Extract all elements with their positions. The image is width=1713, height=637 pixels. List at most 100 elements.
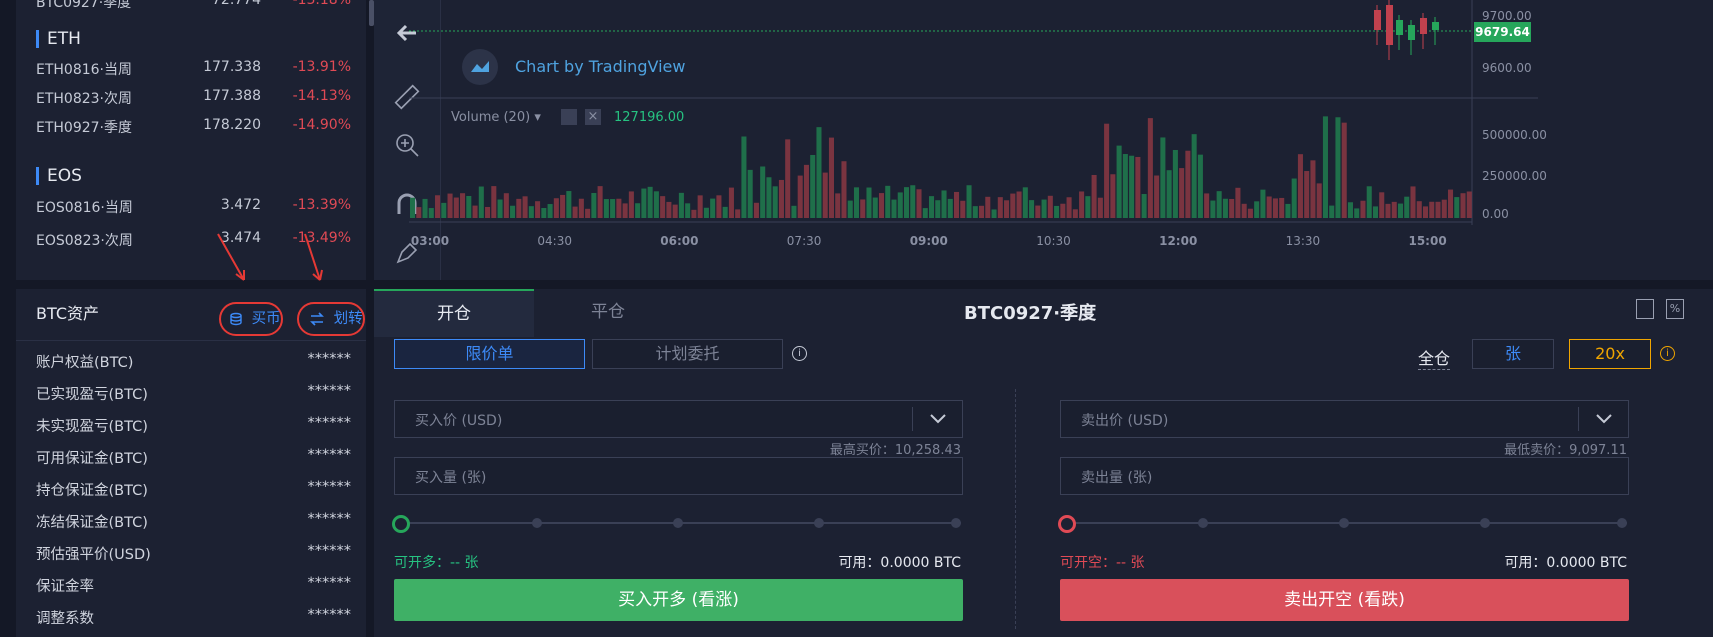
volume-bar: [1385, 203, 1391, 218]
chart-panel[interactable]: Chart by TradingView 9679.64 Volume (20)…: [374, 0, 1713, 280]
buy-coin-button[interactable]: 买币: [219, 302, 283, 336]
unit-select[interactable]: 张: [1472, 339, 1554, 369]
margin-mode[interactable]: 全仓: [1418, 345, 1451, 370]
market-row[interactable]: ETH0927·季度 178.220 -14.90%: [36, 117, 351, 137]
volume-bar: [453, 197, 459, 218]
leverage-select[interactable]: 20x: [1569, 339, 1651, 369]
sell-open-short-button[interactable]: 卖出开空 (看跌): [1060, 579, 1629, 621]
asset-value: ******: [307, 511, 352, 527]
time-tick-label: 03:00: [411, 234, 449, 248]
candle-body: [1408, 25, 1415, 40]
slider-tick[interactable]: [951, 518, 961, 528]
volume-bar: [635, 203, 641, 218]
candle-body: [1386, 5, 1393, 45]
volume-bar: [1404, 196, 1410, 218]
sell-amount-input[interactable]: 卖出量 (张): [1060, 457, 1629, 495]
asset-row: 未实现盈亏(BTC) ******: [36, 415, 351, 437]
buy-price-input[interactable]: 买入价 (USD): [394, 400, 963, 438]
volume-bar: [1029, 200, 1035, 218]
chevron-down-icon[interactable]: [1594, 408, 1614, 432]
volume-bar: [560, 194, 566, 218]
asset-label: 调整系数: [36, 611, 94, 627]
volume-bar: [597, 186, 603, 218]
price-tick-label: 9700.00: [1482, 9, 1532, 23]
market-row[interactable]: EOS0816·当周 3.472 -13.39%: [36, 197, 351, 217]
volume-bar: [1097, 197, 1103, 218]
market-row-partial[interactable]: BTC0927·季度 72.774 -13.18%: [36, 0, 351, 12]
info-icon[interactable]: i: [792, 346, 807, 361]
volume-bar: [516, 198, 522, 218]
asset-value: ******: [307, 607, 352, 623]
volume-bar: [447, 193, 453, 218]
sell-price-input[interactable]: 卖出价 (USD): [1060, 400, 1629, 438]
percent-icon[interactable]: %: [1666, 299, 1684, 319]
volume-bar: [422, 198, 428, 218]
volume-bar: [872, 197, 878, 218]
time-tick-label: 09:00: [910, 234, 948, 248]
slider-tick[interactable]: [1339, 518, 1349, 528]
asset-row: 冻结保证金(BTC) ******: [36, 511, 351, 533]
slider-tick[interactable]: [1480, 518, 1490, 528]
volume-bar: [1397, 203, 1404, 218]
time-tick-label: 04:30: [537, 234, 572, 248]
volume-bar: [1279, 197, 1285, 218]
asset-label: 保证金率: [36, 579, 94, 595]
transfer-button[interactable]: 划转: [297, 302, 365, 336]
volume-bar: [1260, 189, 1266, 218]
slider-tick[interactable]: [1617, 518, 1627, 528]
volume-bar: [916, 189, 922, 218]
slider-tick[interactable]: [1198, 518, 1208, 528]
plan-order-tab[interactable]: 计划委托: [592, 339, 783, 369]
time-tick-label: 07:30: [787, 234, 822, 248]
slider-tick[interactable]: [673, 518, 683, 528]
calculator-icon[interactable]: [1636, 299, 1654, 319]
buy-amount-slider[interactable]: [392, 515, 961, 533]
candle-body: [1374, 10, 1381, 30]
contract-name: ETH0823·次周: [36, 91, 133, 107]
volume-tick-label: 250000.00: [1482, 169, 1547, 183]
volume-bar: [1272, 198, 1278, 218]
market-row[interactable]: EOS0823·次周 3.474 -13.49%: [36, 230, 351, 250]
slider-handle[interactable]: [1058, 515, 1076, 533]
warning-info-icon[interactable]: i: [1660, 346, 1675, 361]
volume-bar: [960, 200, 966, 218]
slider-handle[interactable]: [392, 515, 410, 533]
volume-bar: [578, 198, 584, 218]
market-row[interactable]: ETH0816·当周 177.338 -13.91%: [36, 59, 351, 79]
asset-label: 持仓保证金(BTC): [36, 483, 148, 499]
slider-tick[interactable]: [532, 518, 542, 528]
chevron-down-icon[interactable]: [928, 408, 948, 432]
volume-bar: [766, 177, 772, 218]
sell-button-label: 卖出开空: [1284, 590, 1353, 610]
asset-row: 保证金率 ******: [36, 575, 351, 597]
slider-tick[interactable]: [814, 518, 824, 528]
volume-bar: [941, 190, 947, 218]
limit-order-tab[interactable]: 限价单: [394, 339, 585, 369]
sell-amount-slider[interactable]: [1058, 515, 1627, 533]
time-tick-label: 13:30: [1286, 234, 1321, 248]
volume-bar: [785, 139, 791, 218]
volume-bar: [1222, 198, 1228, 218]
volume-bar: [685, 203, 691, 218]
volume-bar: [1066, 197, 1072, 218]
volume-bar: [772, 186, 778, 218]
buy-open-long-button[interactable]: 买入开多 (看涨): [394, 579, 963, 621]
buy-price-placeholder: 买入价 (USD): [415, 413, 503, 429]
asset-label: 冻结保证金(BTC): [36, 515, 148, 531]
tab-open[interactable]: 开仓: [374, 289, 534, 337]
asset-row: 持仓保证金(BTC) ******: [36, 479, 351, 501]
asset-value: ******: [307, 543, 352, 559]
volume-bar: [1416, 201, 1422, 218]
asset-value: ******: [307, 383, 352, 399]
market-row[interactable]: ETH0823·次周 177.388 -14.13%: [36, 88, 351, 108]
divider: [1578, 407, 1579, 431]
contract-name: EOS0823·次周: [36, 233, 133, 249]
tab-close[interactable]: 平仓: [534, 289, 682, 335]
price-tick-label: 9600.00: [1482, 61, 1532, 75]
volume-bar: [522, 196, 528, 218]
volume-bar: [1004, 200, 1010, 218]
price-volume-chart[interactable]: 9700.00 9600.00 500000.00 250000.00 0.00 03:0…: [374, 0, 1713, 280]
asset-value: ******: [307, 575, 352, 591]
buy-amount-input[interactable]: 买入量 (张): [394, 457, 963, 495]
can-open-long: 可开多：-- 张: [394, 555, 479, 571]
